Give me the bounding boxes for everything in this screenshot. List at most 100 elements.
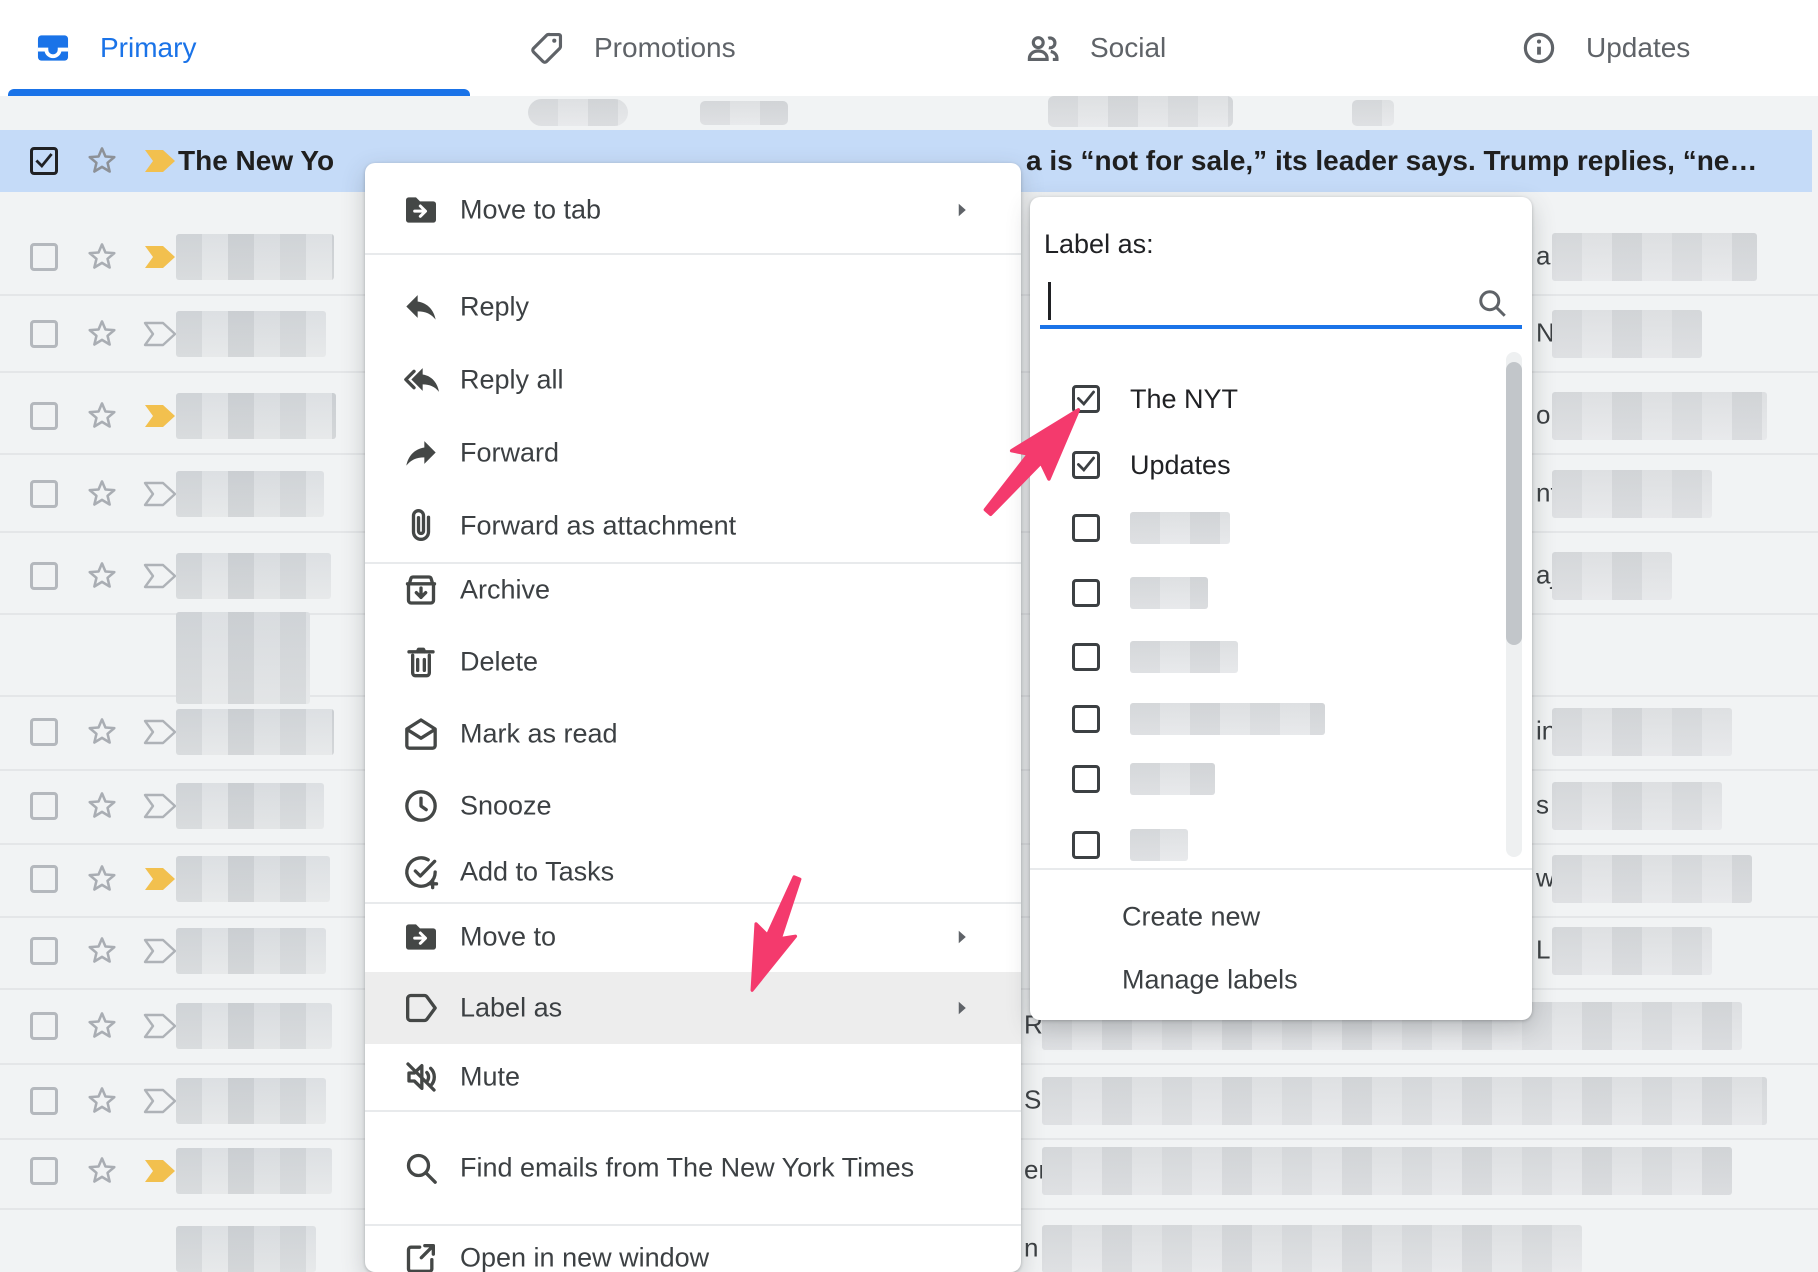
- manage-labels-button[interactable]: Manage labels: [1030, 952, 1532, 1008]
- row-checkbox[interactable]: [30, 243, 58, 271]
- importance-marker-icon[interactable]: [142, 480, 178, 508]
- star-icon[interactable]: [84, 316, 120, 352]
- redacted-sender: [176, 783, 324, 829]
- label-item[interactable]: [1072, 507, 1230, 549]
- tab-promotions[interactable]: Promotions: [528, 0, 736, 96]
- menu-item-add-to-tasks[interactable]: Add to Tasks: [365, 836, 1021, 908]
- menu-divider: [365, 902, 1021, 904]
- importance-marker-icon[interactable]: [142, 1087, 178, 1115]
- tag-icon: [528, 29, 566, 67]
- menu-item-reply-all[interactable]: Reply all: [365, 344, 1021, 416]
- label-popup-title: Label as:: [1044, 229, 1154, 260]
- star-icon[interactable]: [84, 1153, 120, 1189]
- row-checkbox[interactable]: [30, 718, 58, 746]
- create-new-button[interactable]: Create new: [1030, 889, 1532, 945]
- search-icon[interactable]: [1474, 285, 1510, 321]
- tab-updates[interactable]: Updates: [1520, 0, 1690, 96]
- checkbox-icon[interactable]: [1072, 705, 1100, 733]
- menu-item-label-as[interactable]: Label as: [365, 972, 1021, 1044]
- row-checkbox[interactable]: [30, 562, 58, 590]
- menu-item-delete[interactable]: Delete: [365, 626, 1021, 698]
- importance-marker-icon[interactable]: [142, 1012, 178, 1040]
- menu-item-label: Move to: [460, 922, 556, 953]
- menu-item-label: Mark as read: [460, 719, 618, 750]
- inbox-icon: [34, 29, 72, 67]
- row-checkbox[interactable]: [30, 1087, 58, 1115]
- importance-marker-icon[interactable]: [142, 937, 178, 965]
- importance-marker-icon[interactable]: [142, 1157, 178, 1185]
- menu-item-archive[interactable]: Archive: [365, 554, 1021, 626]
- star-icon[interactable]: [84, 861, 120, 897]
- importance-marker-icon[interactable]: [142, 562, 178, 590]
- menu-item-move-to-tab[interactable]: Move to tab: [365, 174, 1021, 246]
- row-checkbox[interactable]: [30, 1012, 58, 1040]
- star-icon[interactable]: [84, 933, 120, 969]
- importance-marker-icon[interactable]: [142, 320, 178, 348]
- importance-marker-icon[interactable]: [142, 792, 178, 820]
- menu-item-forward-as-attachment[interactable]: Forward as attachment: [365, 490, 1021, 562]
- importance-marker-icon[interactable]: [142, 865, 178, 893]
- importance-marker-icon[interactable]: [142, 402, 178, 430]
- label-item[interactable]: [1072, 572, 1208, 614]
- label-item[interactable]: [1072, 698, 1325, 740]
- tab-social[interactable]: Social: [1024, 0, 1166, 96]
- find-emails-icon: [401, 1148, 441, 1188]
- redacted-sender: [176, 311, 326, 357]
- menu-item-find-emails[interactable]: Find emails from The New York Times: [365, 1132, 1021, 1204]
- row-checkbox[interactable]: [30, 480, 58, 508]
- menu-item-mute[interactable]: Mute: [365, 1041, 1021, 1113]
- menu-item-label: Snooze: [460, 791, 552, 822]
- row-checkbox-checked[interactable]: [30, 147, 58, 175]
- move-to-icon: [401, 917, 441, 957]
- scrollbar-track[interactable]: [1506, 352, 1522, 857]
- star-icon[interactable]: [84, 1008, 120, 1044]
- star-icon[interactable]: [84, 398, 120, 434]
- star-icon[interactable]: [84, 143, 120, 179]
- checkbox-icon[interactable]: [1072, 579, 1100, 607]
- star-icon[interactable]: [84, 714, 120, 750]
- importance-marker-icon[interactable]: [142, 718, 178, 746]
- redacted-label-name: [1130, 703, 1325, 735]
- redacted-snippet: [1042, 1225, 1582, 1272]
- importance-marker-icon[interactable]: [142, 243, 178, 271]
- row-checkbox[interactable]: [30, 320, 58, 348]
- menu-item-label: Label as: [460, 993, 562, 1024]
- star-icon[interactable]: [84, 558, 120, 594]
- open-in-new-window-icon: [401, 1238, 441, 1272]
- checkbox-icon[interactable]: [1072, 831, 1100, 859]
- checkbox-checked-icon[interactable]: [1072, 385, 1100, 413]
- checkbox-icon[interactable]: [1072, 643, 1100, 671]
- menu-item-snooze[interactable]: Snooze: [365, 770, 1021, 842]
- checkbox-icon[interactable]: [1072, 765, 1100, 793]
- email-snippet: a is “not for sale,” its leader says. Tr…: [1026, 145, 1804, 177]
- redacted-sender: [176, 709, 334, 755]
- row-checkbox[interactable]: [30, 402, 58, 430]
- manage-labels-label: Manage labels: [1122, 965, 1298, 996]
- importance-marker-icon[interactable]: [142, 147, 178, 175]
- checkbox-checked-icon[interactable]: [1072, 451, 1100, 479]
- menu-item-move-to[interactable]: Move to: [365, 901, 1021, 973]
- redacted-sender: [176, 234, 334, 280]
- star-icon[interactable]: [84, 476, 120, 512]
- row-checkbox[interactable]: [30, 937, 58, 965]
- star-icon[interactable]: [84, 239, 120, 275]
- star-icon[interactable]: [84, 1083, 120, 1119]
- row-checkbox[interactable]: [30, 1157, 58, 1185]
- label-item-the-nyt[interactable]: The NYT: [1072, 378, 1238, 420]
- label-item[interactable]: [1072, 824, 1188, 866]
- tab-primary[interactable]: Primary: [34, 0, 196, 96]
- checkbox-icon[interactable]: [1072, 514, 1100, 542]
- menu-item-open-in-new-window[interactable]: Open in new window: [365, 1222, 1021, 1272]
- label-item[interactable]: [1072, 636, 1238, 678]
- menu-item-forward[interactable]: Forward: [365, 417, 1021, 489]
- star-icon[interactable]: [84, 788, 120, 824]
- row-checkbox[interactable]: [30, 792, 58, 820]
- row-checkbox[interactable]: [30, 865, 58, 893]
- menu-item-reply[interactable]: Reply: [365, 271, 1021, 343]
- menu-divider: [365, 1110, 1021, 1112]
- label-item-updates[interactable]: Updates: [1072, 444, 1231, 486]
- menu-item-mark-as-read[interactable]: Mark as read: [365, 698, 1021, 770]
- people-icon: [1024, 29, 1062, 67]
- label-item[interactable]: [1072, 758, 1215, 800]
- scrollbar-thumb[interactable]: [1506, 362, 1522, 645]
